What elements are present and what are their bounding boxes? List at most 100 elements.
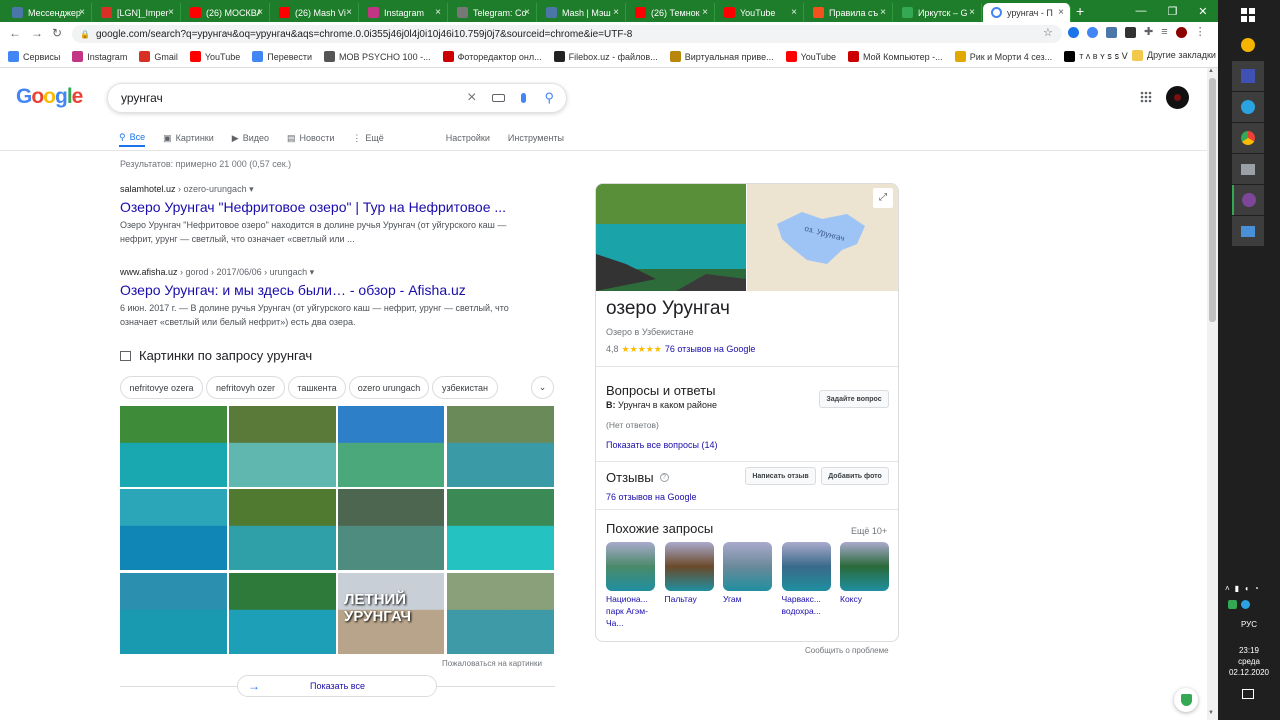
add-photo-button[interactable]: Добавить фото	[821, 467, 889, 485]
search-box[interactable]: урунгач × ⚲	[107, 83, 567, 113]
browser-tab[interactable]: Мессенджер ×	[4, 3, 92, 22]
reading-list-icon[interactable]: ≡	[1161, 27, 1167, 38]
extension-icon[interactable]	[1087, 27, 1098, 38]
image-thumbnail[interactable]	[447, 573, 554, 654]
result-cite[interactable]: salamhotel.uz › ozero-urungach ▾	[120, 184, 520, 195]
image-thumbnail[interactable]	[338, 489, 444, 570]
bookmark-item[interactable]: ᴛ ʌ ʙ ʏ ꜱ ꜱ ⴸ	[1064, 51, 1128, 62]
image-thumbnail[interactable]	[229, 489, 336, 570]
app-icon[interactable]	[1232, 216, 1264, 246]
bookmark-item[interactable]: Gmail	[139, 51, 178, 62]
shield-icon[interactable]	[1174, 688, 1198, 712]
forward-icon[interactable]: →	[31, 26, 43, 40]
scrollbar-thumb[interactable]	[1209, 78, 1216, 322]
image-chip[interactable]: nefritovye ozera	[120, 376, 203, 399]
browser-tab[interactable]: Правила съ ×	[805, 3, 893, 22]
close-tab-icon[interactable]: ×	[791, 7, 797, 18]
result-title[interactable]: Озеро Урунгач: и мы здесь были… - обзор …	[120, 282, 520, 298]
back-icon[interactable]: ←	[9, 26, 21, 40]
extension-icon[interactable]	[1125, 27, 1136, 38]
microphone-icon[interactable]	[521, 93, 527, 103]
close-tab-icon[interactable]: ×	[346, 7, 352, 18]
image-thumbnail[interactable]	[120, 406, 227, 487]
address-bar[interactable]: 🔒 google.com/search?q=урунгач&oq=урунгач…	[72, 25, 1062, 43]
browser-tab[interactable]: урунгач - П ×	[983, 3, 1071, 22]
bookmark-item[interactable]: Виртуальная приве...	[669, 51, 774, 62]
report-images-link[interactable]: Пожаловаться на картинки	[442, 659, 542, 668]
chrome-icon[interactable]	[1232, 123, 1264, 153]
apps-grid-icon[interactable]	[1140, 91, 1152, 106]
keyboard-icon[interactable]	[492, 94, 506, 102]
search-icon[interactable]: ⚲	[544, 90, 554, 106]
browser-tab[interactable]: Telegram: Co ×	[449, 3, 537, 22]
ask-question-button[interactable]: Задайте вопрос	[819, 390, 889, 408]
similar-search-item[interactable]: Коксу	[840, 542, 890, 605]
close-tab-icon[interactable]: ×	[1058, 7, 1064, 18]
image-chip[interactable]: ташкента	[288, 376, 346, 399]
similar-search-item[interactable]: Национа... парк Агэм-Ча...	[606, 542, 656, 629]
tab-video[interactable]: ▶ Видео	[232, 129, 269, 147]
google-logo[interactable]: Google	[16, 85, 83, 109]
app-icon[interactable]	[1232, 30, 1264, 60]
bookmark-item[interactable]: Рик и Морти 4 сез...	[954, 51, 1052, 62]
bookmark-item[interactable]: YouTube	[189, 51, 240, 62]
menu-icon[interactable]: ⋮	[1195, 27, 1206, 38]
save-app-icon[interactable]	[1232, 61, 1264, 91]
browser-tab[interactable]: (26) МОСКВА ×	[182, 3, 270, 22]
minimize-icon[interactable]: —	[1135, 5, 1146, 17]
image-thumbnail[interactable]	[447, 489, 554, 570]
tab-news[interactable]: ▤ Новости	[287, 129, 334, 147]
close-tab-icon[interactable]: ×	[613, 7, 619, 18]
browser-tab[interactable]: Иркутск – G ×	[894, 3, 982, 22]
tray-icons[interactable]: ˄ ▮ ◖ ◔	[1225, 584, 1259, 593]
settings-link[interactable]: Настройки	[446, 129, 490, 147]
reviews-link[interactable]: 76 отзывов на Google	[665, 344, 756, 355]
expand-icon[interactable]: ⤢	[873, 188, 893, 208]
notifications-icon[interactable]	[1242, 689, 1254, 699]
close-tab-icon[interactable]: ×	[79, 7, 85, 18]
help-icon[interactable]: ?	[659, 473, 669, 482]
chevron-down-icon[interactable]: ⌄	[531, 376, 554, 399]
close-tab-icon[interactable]: ×	[969, 7, 975, 18]
browser-tab[interactable]: Instagram ×	[360, 3, 448, 22]
image-thumbnail[interactable]	[338, 406, 444, 487]
star-bookmark-icon[interactable]: ☆	[1043, 26, 1053, 39]
clear-icon[interactable]: ×	[467, 89, 476, 107]
search-input[interactable]: урунгач	[121, 91, 467, 105]
browser-tab[interactable]: (26) Mash Vi ×	[271, 3, 359, 22]
windows-start-icon[interactable]	[1232, 0, 1264, 30]
tray-apps[interactable]	[1228, 600, 1250, 609]
reviews-count-link[interactable]: 76 отзывов на Google	[606, 492, 697, 502]
profile-avatar[interactable]	[1175, 27, 1187, 38]
report-problem-link[interactable]: Сообщить о проблеме	[805, 646, 889, 655]
bookmark-item[interactable]: Перевести	[252, 51, 312, 62]
show-all-button[interactable]: → Показать все	[237, 675, 437, 697]
tab-more[interactable]: ⋮ Ещё	[352, 129, 383, 147]
browser-tab[interactable]: Mash | Мэш ×	[538, 3, 626, 22]
tab-all[interactable]: ⚲ Все	[119, 129, 146, 147]
image-chip[interactable]: ozero urungach	[349, 376, 429, 399]
image-chip[interactable]: nefritovyh ozer	[206, 376, 285, 399]
other-bookmarks[interactable]: Другие закладки	[1132, 50, 1216, 61]
bookmark-item[interactable]: Мой Компьютер -...	[847, 51, 943, 62]
browser-tab[interactable]: (26) Темнок ×	[627, 3, 715, 22]
result-title[interactable]: Озеро Урунгач "Нефритовое озеро" | Тур н…	[120, 199, 520, 215]
scroll-up-icon[interactable]: ▲	[1208, 68, 1214, 74]
tor-browser-icon[interactable]	[1232, 185, 1264, 215]
bookmark-item[interactable]: YouTube	[785, 51, 836, 62]
similar-search-item[interactable]: Угам	[723, 542, 773, 605]
tab-images[interactable]: ▣ Картинки	[163, 129, 214, 147]
image-thumbnail[interactable]	[120, 489, 227, 570]
bookmark-item[interactable]: Filebox.uz - файлов...	[553, 51, 658, 62]
close-tab-icon[interactable]: ×	[880, 7, 886, 18]
image-thumbnail[interactable]	[229, 406, 336, 487]
browser-tab[interactable]: YouTube ×	[716, 3, 804, 22]
extension-icon[interactable]	[1068, 27, 1079, 38]
image-thumbnail[interactable]	[120, 573, 227, 654]
puzzle-icon[interactable]: ✚	[1144, 27, 1153, 38]
similar-search-item[interactable]: Чарвакс... водохра...	[781, 542, 832, 617]
bookmark-item[interactable]: Сервисы	[8, 51, 60, 62]
clock[interactable]: 23:19 среда 02.12.2020	[1218, 645, 1280, 678]
image-thumbnail[interactable]	[229, 573, 336, 654]
close-tab-icon[interactable]: ×	[435, 7, 441, 18]
